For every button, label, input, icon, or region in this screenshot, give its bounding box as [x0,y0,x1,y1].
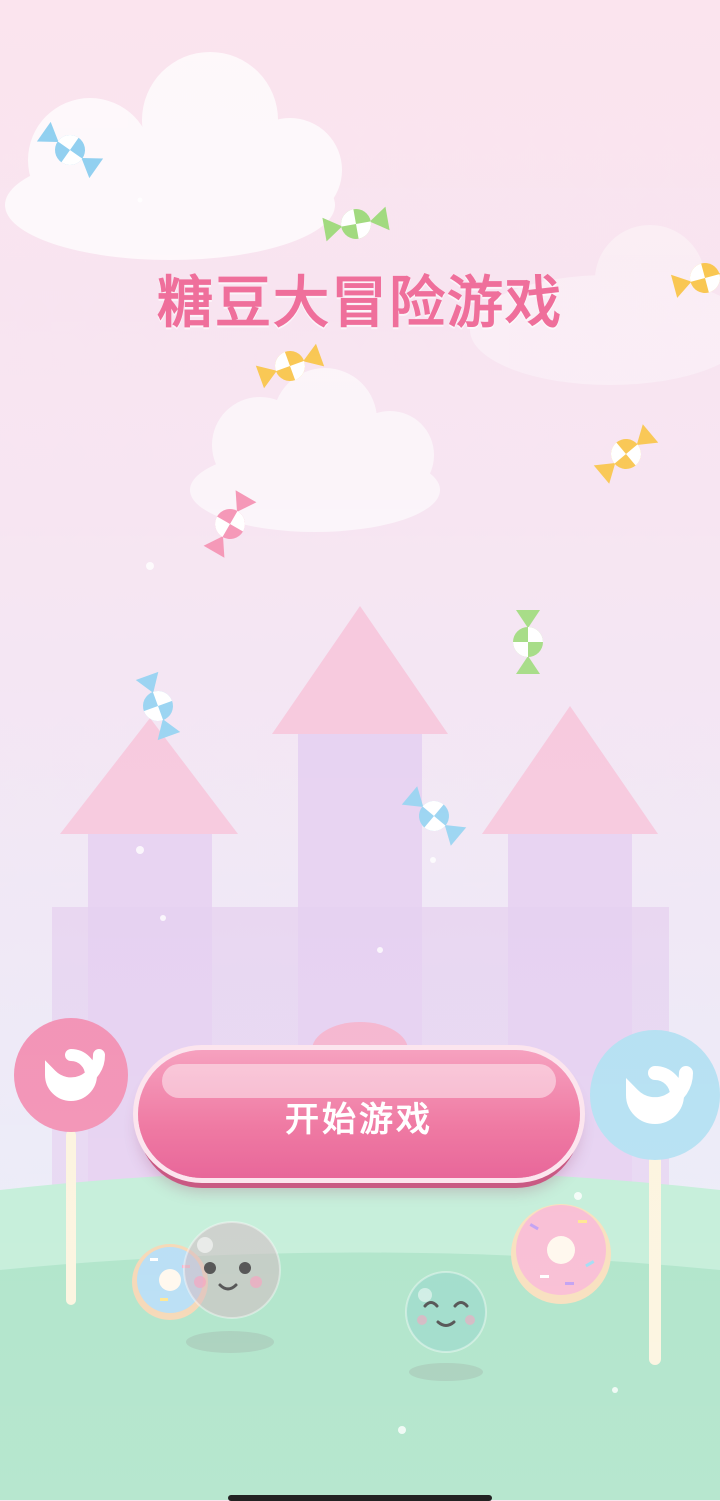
candy-green-icon [513,610,543,674]
start-game-label: 开始游戏 [285,1100,433,1140]
candy-orange-icon [593,424,659,484]
donut-pink-icon [511,1204,611,1304]
game-title: 糖豆大冒险游戏 [157,271,563,336]
castle-right-roof [482,706,658,834]
castle-left-roof [60,718,238,834]
game-scene [0,0,720,1500]
grass-front-hill [0,1252,720,1500]
castle-center-roof [272,606,448,734]
cloud-top-left [5,52,342,260]
start-game-button[interactable]: 开始游戏 [138,1050,580,1178]
home-indicator[interactable] [228,1495,492,1501]
cloud-middle [190,368,440,532]
